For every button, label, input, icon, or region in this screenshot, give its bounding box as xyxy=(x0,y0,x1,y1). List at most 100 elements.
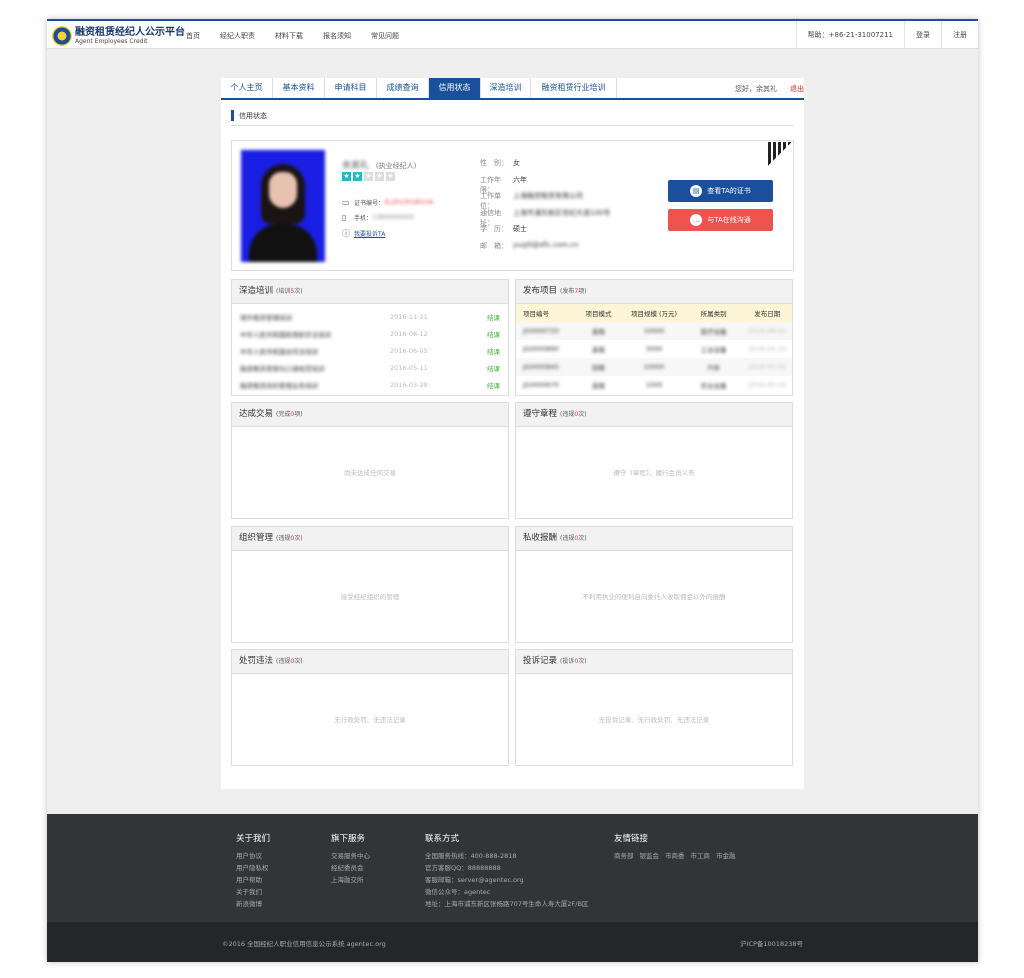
table-row[interactable]: 中华人民共和国民用航空法培训 2016-08-12 结课 xyxy=(240,327,500,341)
empty-message: 不利用执业的便利自向委托人收取佣金以外的报酬 xyxy=(582,593,726,601)
panel-header: 组织管理 (违规0次) xyxy=(232,527,508,551)
table-row[interactable]: JG0000845 回租 10000 汽车 2016-05-21 xyxy=(516,358,792,376)
tab-basic-info[interactable]: 基本资料 xyxy=(273,78,325,98)
field-gender: 性 别：女 xyxy=(480,159,520,167)
logo-title: 融资租赁经纪人公示平台 xyxy=(75,27,185,38)
table-row[interactable]: JG0000890 直租 3000 工业设备 2016-06-15 xyxy=(516,340,792,358)
logout-link[interactable]: 退出 xyxy=(790,84,804,94)
star-icon: ★ xyxy=(386,172,395,181)
panel-header: 投诉记录 (投诉0次) xyxy=(516,650,792,674)
top-right-links: 帮助：+86-21-31007211 登录 注册 xyxy=(795,21,978,49)
view-certificate-button[interactable]: ▤ 查看TA的证书 xyxy=(668,180,773,202)
empty-message: 遵守《章程》，履行会员义务 xyxy=(613,469,695,477)
footer-link[interactable]: 市金融 xyxy=(716,850,736,860)
footer-link[interactable]: 市工商 xyxy=(691,850,711,860)
empty-message: 接受经纪组织的管理 xyxy=(340,593,400,601)
table-header: 项目编号 项目模式 项目规模 (万元) 所属类别 发布日期 xyxy=(516,304,792,322)
footer-link[interactable]: 新浪微博 xyxy=(236,898,270,910)
table-row[interactable]: 中华人民共和国合同法培训 2016-06-05 结课 xyxy=(240,344,500,358)
footer-link[interactable]: 上海融交所 xyxy=(331,874,370,886)
panel-header: 私收报酬 (违规0次) xyxy=(516,527,792,551)
cert-number: ZL20130180156 xyxy=(384,199,434,206)
footer-link[interactable]: 用户协议 xyxy=(236,850,270,862)
footer-link[interactable]: 市商委 xyxy=(665,850,685,860)
star-icon: ★ xyxy=(375,172,384,181)
qr-code-icon[interactable] xyxy=(768,142,792,166)
main-nav: 首页 经纪人职责 材料下载 报名须知 常见问题 xyxy=(186,31,419,41)
penalty-panel: 处罚违法 (违规0次) 无行政处罚、无违法记录 xyxy=(231,649,509,766)
agent-name-row: 余其礼 (执业经纪人) xyxy=(342,158,416,171)
nav-signup-notice[interactable]: 报名须知 xyxy=(323,31,351,41)
field-work-years: 工作年限： 六年 xyxy=(480,175,527,194)
star-icon: ★ xyxy=(342,172,351,181)
tab-credit-status[interactable]: 信用状态 xyxy=(429,78,481,98)
phone-number: 13800000000 xyxy=(372,214,415,221)
nav-home[interactable]: 首页 xyxy=(186,31,200,41)
table-row[interactable]: JG0000670 直租 1000 农业设备 2016-05-16 xyxy=(516,376,792,394)
section-title: 信用状态 xyxy=(231,108,794,126)
table-row[interactable]: 融资租赁营销与口语规范培训 2016-05-11 结课 xyxy=(240,361,500,375)
footer-link[interactable]: 银监会 xyxy=(640,850,660,860)
footer: 关于我们 用户协议 用户隐私权 用户帮助 关于我们 新浪微博 旗下服务 交易服务… xyxy=(47,814,978,922)
field-employer: 工作单位： 上海融资租赁有限公司 xyxy=(480,192,583,210)
panel-header: 达成交易 (完成0项) xyxy=(232,403,508,427)
footer-services: 旗下服务 交易服务中心 经纪委员会 上海融交所 xyxy=(331,834,370,886)
greeting: 您好，余其礼 xyxy=(735,85,777,93)
site-logo[interactable]: 融资租赁经纪人公示平台 Agent Employees Credit xyxy=(52,25,185,47)
copyright: ©2016 全国经纪人职业信用信息公示系统 agentec.org xyxy=(222,940,386,948)
logo-subtitle: Agent Employees Credit xyxy=(75,38,148,45)
footer-link[interactable]: 用户隐私权 xyxy=(236,862,270,874)
id-card-icon: ▭ xyxy=(342,198,350,207)
icp-number: 沪ICP备10018238号 xyxy=(740,940,803,948)
organization-panel: 组织管理 (违规0次) 接受经纪组织的管理 xyxy=(231,526,509,643)
agent-name: 余其礼 xyxy=(342,161,370,171)
panel-header: 遵守章程 (违规0次) xyxy=(516,403,792,427)
footer-link[interactable]: 经纪委员会 xyxy=(331,862,370,874)
top-bar: 融资租赁经纪人公示平台 Agent Employees Credit 首页 经纪… xyxy=(47,19,978,49)
register-link[interactable]: 注册 xyxy=(941,21,978,49)
phone-icon: ▯ xyxy=(342,213,347,222)
complain-link[interactable]: 我要投诉TA xyxy=(354,229,385,238)
agent-rank: (执业经纪人) xyxy=(375,162,417,170)
table-row[interactable]: 融资租赁风险管理业务培训 2016-03-28 结课 xyxy=(240,378,500,392)
tab-scores[interactable]: 成绩查询 xyxy=(377,78,429,98)
empty-message: 尚未达成任何交易 xyxy=(344,469,396,477)
field-address: 通信地址： 上海市浦东新区世纪大道100号 xyxy=(480,208,611,227)
footer-link[interactable]: 关于我们 xyxy=(236,886,270,898)
panel-header: 发布项目 (发布7项) xyxy=(516,280,792,304)
panel-header: 深造培训 (培训5次) xyxy=(232,280,508,304)
table-row[interactable]: JG0000720 直租 10000 医疗设备 2016-08-01 xyxy=(516,322,792,340)
footer-link[interactable]: 商务部 xyxy=(614,850,634,860)
avatar xyxy=(241,150,325,262)
tab-subjects[interactable]: 申请科目 xyxy=(325,78,377,98)
certificate-icon: ▤ xyxy=(690,185,703,197)
nav-faq[interactable]: 常见问题 xyxy=(371,31,399,41)
online-chat-button[interactable]: … 与TA在线沟通 xyxy=(668,209,773,231)
tab-training[interactable]: 深造培训 xyxy=(481,78,531,98)
chat-icon: … xyxy=(690,214,703,226)
tab-industry-training[interactable]: 融资租赁行业培训 xyxy=(531,78,617,98)
table-row[interactable]: 境外租赁管理培训 2016-11-21 结课 xyxy=(240,310,500,324)
footer-link[interactable]: 交易服务中心 xyxy=(331,850,370,862)
transactions-panel: 达成交易 (完成0项) 尚未达成任何交易 xyxy=(231,402,509,519)
private-reward-panel: 私收报酬 (违规0次) 不利用执业的便利自向委托人收取佣金以外的报酬 xyxy=(515,526,793,643)
footer-about: 关于我们 用户协议 用户隐私权 用户帮助 关于我们 新浪微博 xyxy=(236,834,271,910)
profile-card: 余其礼 (执业经纪人) ★ ★ ★ ★ ★ ▭ 证书编号： ZL20130180… xyxy=(231,140,794,271)
nav-duties[interactable]: 经纪人职责 xyxy=(220,31,255,41)
projects-panel: 发布项目 (发布7项) 项目编号 项目模式 项目规模 (万元) 所属类别 发布日期 JG0… xyxy=(515,279,793,396)
help-phone: 帮助：+86-21-31007211 xyxy=(795,21,904,49)
info-circle-icon: ⓘ xyxy=(342,229,350,238)
tab-home[interactable]: 个人主页 xyxy=(221,78,273,98)
login-link[interactable]: 登录 xyxy=(904,21,941,49)
footer-contact: 联系方式 全国服务热线：400-888-2818 官方客服QQ：88888888… xyxy=(425,834,589,908)
page-frame: 融资租赁经纪人公示平台 Agent Employees Credit 首页 经纪… xyxy=(47,19,978,962)
empty-message: 无行政处罚、无违法记录 xyxy=(334,716,406,724)
cert-number-row: ▭ 证书编号： ZL20130180156 xyxy=(342,198,434,207)
charter-panel: 遵守章程 (违规0次) 遵守《章程》，履行会员义务 xyxy=(515,402,793,519)
footer-friend-links: 友情链接 商务部 银监会 市商委 市工商 市金融 xyxy=(614,834,736,860)
star-rating: ★ ★ ★ ★ ★ xyxy=(342,172,397,181)
nav-downloads[interactable]: 材料下载 xyxy=(275,31,303,41)
footer-link[interactable]: 用户帮助 xyxy=(236,874,270,886)
field-education: 学 历： 硕士 xyxy=(480,225,527,233)
star-icon: ★ xyxy=(353,172,362,181)
